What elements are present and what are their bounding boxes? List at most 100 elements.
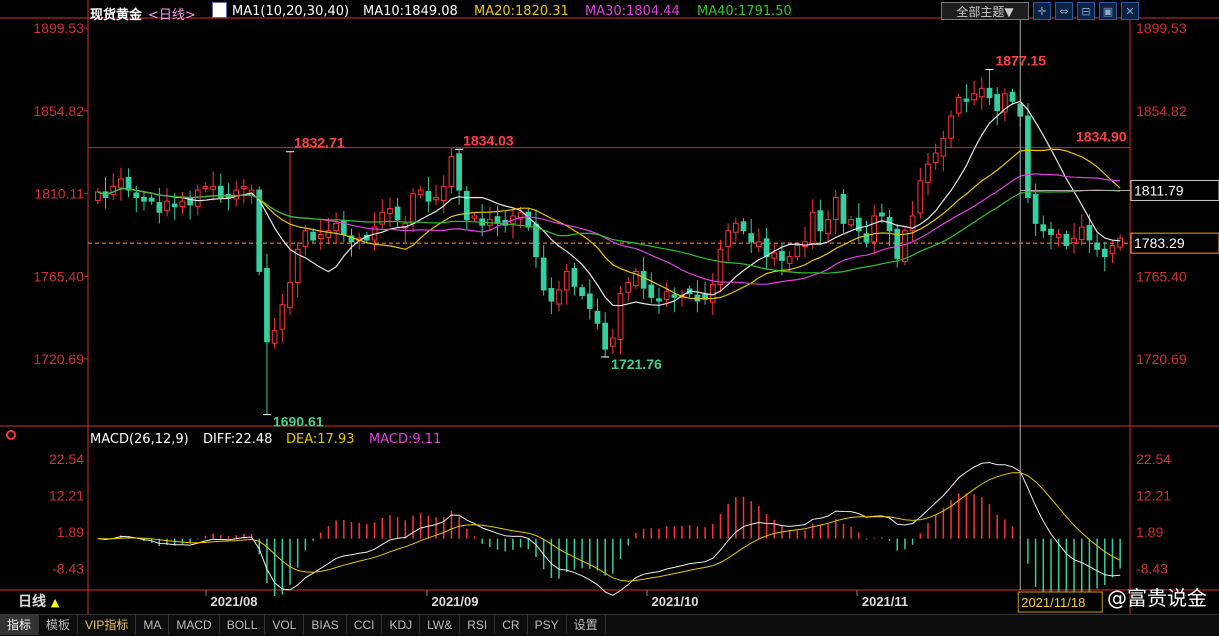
candle-down <box>494 216 501 224</box>
candle-up <box>971 93 977 101</box>
price-tick-right: 1720.69 <box>1136 351 1187 367</box>
candle-up <box>610 337 616 347</box>
cursor-date: 2021/11/18 <box>1021 595 1085 610</box>
candle-down <box>1101 248 1108 258</box>
ma-label: MA1(10,20,30,40) <box>232 4 350 19</box>
candle-down <box>586 293 593 309</box>
macd-tick-right: 12.21 <box>1136 488 1171 504</box>
candle-down <box>540 257 547 291</box>
period-selector[interactable]: 日线 ▲ <box>0 591 88 613</box>
candle-down <box>1040 224 1047 232</box>
candle-down <box>840 193 847 224</box>
candle-up <box>433 196 439 201</box>
tab-0[interactable]: 指标 <box>0 615 40 635</box>
brand-watermark: @富贵说金 <box>1107 586 1207 610</box>
price-tick-right: 1854.82 <box>1136 103 1187 119</box>
ma-settings-icon[interactable] <box>212 2 227 18</box>
expand-icon[interactable]: ⇔ <box>1055 2 1073 20</box>
candle-up <box>210 185 216 190</box>
candle-up <box>617 293 624 341</box>
indicator-settings-icon[interactable] <box>6 430 16 440</box>
candle-down <box>456 153 462 191</box>
theme-dropdown[interactable]: 全部主题▼ <box>941 2 1029 20</box>
macd-tick-left: -8.43 <box>52 560 84 576</box>
candle-down <box>156 202 163 213</box>
last-price: 1783.29 <box>1134 235 1185 251</box>
candle-down <box>648 284 655 298</box>
candle-up <box>471 215 478 219</box>
tab-8[interactable]: CCI <box>347 615 383 635</box>
candle-up <box>1117 237 1124 248</box>
candle-down <box>886 216 893 232</box>
candle-up <box>756 241 762 247</box>
candle-up <box>925 163 931 183</box>
ma20-value: MA20:1820.31 <box>474 4 569 19</box>
candle-down <box>310 231 316 241</box>
candle-up <box>717 248 724 285</box>
tab-10[interactable]: LW& <box>420 615 461 635</box>
candle-down <box>986 87 993 99</box>
candle-down <box>141 196 147 202</box>
candle-up <box>709 283 716 303</box>
tab-11[interactable]: RSI <box>460 615 496 635</box>
candle-up <box>732 222 739 233</box>
ma10-value: MA10:1849.08 <box>363 4 458 19</box>
close-icon[interactable]: ✕ <box>1121 2 1139 20</box>
candle-up <box>917 180 924 214</box>
candle-down <box>894 228 901 260</box>
tab-6[interactable]: VOL <box>265 615 305 635</box>
candle-down <box>264 267 270 343</box>
maximize-icon[interactable]: ▣ <box>1099 2 1117 20</box>
price-tick-left: 1720.69 <box>33 351 84 367</box>
crosshair-icon[interactable]: ✛ <box>1033 2 1051 20</box>
extreme-label: 1690.61 <box>273 414 324 430</box>
candle-up <box>978 87 985 98</box>
candle-up <box>333 222 339 232</box>
candle-up <box>164 200 170 212</box>
ma40-value: MA40:1791.50 <box>697 4 792 19</box>
candle-up <box>556 289 562 305</box>
candle-up <box>832 196 839 221</box>
tab-9[interactable]: KDJ <box>382 615 421 635</box>
tab-2[interactable]: VIP指标 <box>78 615 137 635</box>
candle-up <box>809 211 816 244</box>
tab-1[interactable]: 模板 <box>39 615 79 635</box>
ma30-value: MA30:1804.44 <box>585 4 680 19</box>
candle-up <box>1078 226 1085 241</box>
price-tick-left: 1765.40 <box>33 268 84 284</box>
tab-12[interactable]: CR <box>495 615 528 635</box>
tab-3[interactable]: MA <box>136 615 170 635</box>
tab-4[interactable]: MACD <box>169 615 220 635</box>
date-label: 2021/08 <box>211 594 258 609</box>
candle-up <box>118 178 124 189</box>
tab-13[interactable]: PSY <box>528 615 567 635</box>
candle-down <box>463 191 470 221</box>
candle-up <box>448 156 455 187</box>
candle-down <box>594 310 601 324</box>
candle-down <box>125 176 132 191</box>
candle-down <box>748 233 755 243</box>
candle-down <box>394 206 401 221</box>
candle-up <box>179 200 186 208</box>
macd-tick-left: 1.89 <box>57 524 84 540</box>
candle-up <box>287 282 293 309</box>
candle-up <box>794 245 801 258</box>
price-tick-right: 1899.53 <box>1136 20 1187 36</box>
candle-down <box>963 98 970 102</box>
tab-7[interactable]: BIAS <box>304 615 347 635</box>
candle-up <box>932 152 939 164</box>
price-tick-right: 1765.40 <box>1136 268 1187 284</box>
chart-svg: 1899.531899.531854.821854.821810.111810.… <box>0 0 1219 614</box>
candle-up <box>825 219 831 235</box>
candle-up <box>1109 245 1116 255</box>
macd-value: MACD:9.11 <box>369 432 442 447</box>
collapse-icon[interactable]: ⊟ <box>1077 2 1095 20</box>
tab-5[interactable]: BOLL <box>220 615 266 635</box>
candle-up <box>663 291 670 301</box>
candle-down <box>1048 228 1054 235</box>
resistance-label: 1834.90 <box>1076 129 1127 145</box>
period-tag[interactable]: <日线> <box>148 4 196 23</box>
candle-up <box>302 230 309 247</box>
tab-14[interactable]: 设置 <box>567 615 606 635</box>
candle-up <box>202 185 209 190</box>
